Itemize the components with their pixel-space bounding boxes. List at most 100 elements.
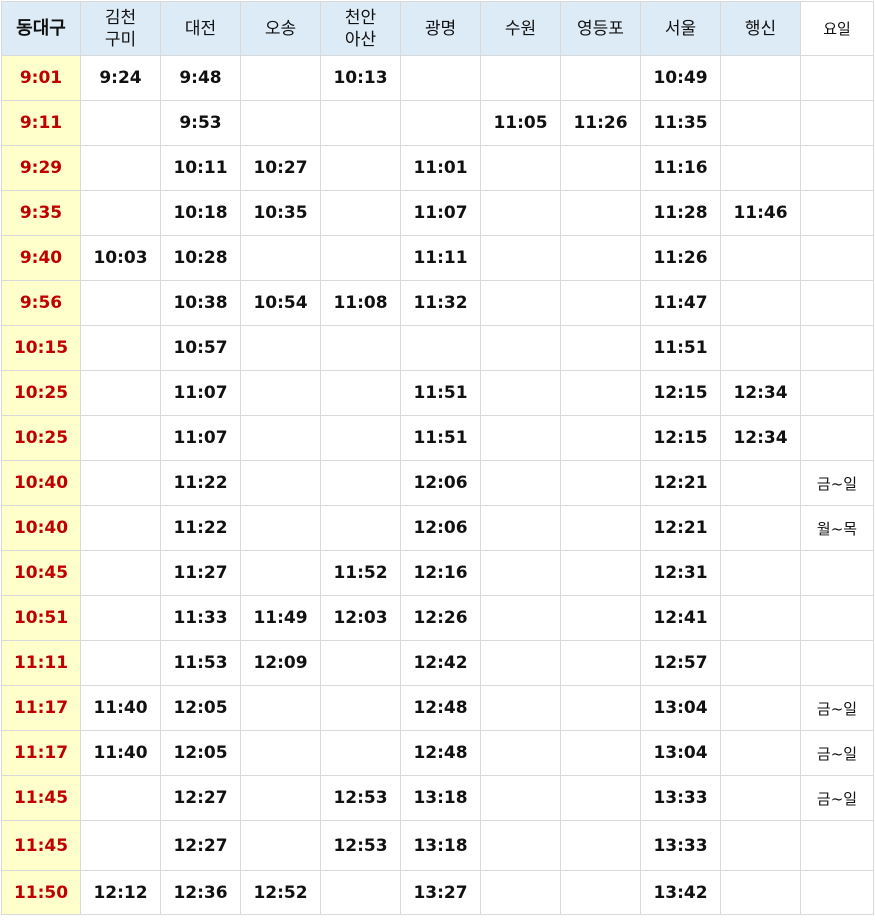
arrival-time-cell [480,190,561,236]
arrival-time-cell: 12:48 [400,730,481,776]
arrival-time-cell: 11:05 [480,100,561,146]
arrival-time-cell [320,730,401,776]
departure-time-cell: 10:45 [1,550,81,596]
arrival-time-cell [240,460,321,506]
arrival-time-cell [80,190,161,236]
arrival-time-cell [480,415,561,461]
arrival-time-cell: 12:31 [640,550,721,596]
arrival-time-cell: 12:21 [640,505,721,551]
arrival-time-cell [80,550,161,596]
timetable-header: 동대구 김천 구미 대전 오송 천안 아산 광명 수원 영등포 서울 행신 요일 [1,1,874,56]
arrival-time-cell: 11:08 [320,280,401,326]
arrival-time-cell [720,640,801,686]
arrival-time-cell [80,415,161,461]
arrival-time-cell [560,145,641,191]
departure-time-cell: 10:15 [1,325,81,371]
timetable-body: 9:01 9:24 9:48 10:13 10:49 9:11 9:53 11:05 11:26… [1,55,874,915]
arrival-time-cell [320,145,401,191]
table-row: 11:17 11:40 12:05 12:48 13:04 금~일 [1,685,874,731]
arrival-time-cell [240,100,321,146]
arrival-time-cell [80,280,161,326]
arrival-time-cell [720,595,801,641]
arrival-time-cell [80,640,161,686]
arrival-time-cell: 11:28 [640,190,721,236]
arrival-time-cell [720,550,801,596]
arrival-time-cell: 11:07 [160,370,241,416]
arrival-time-cell [80,775,161,821]
arrival-time-cell: 11:51 [400,415,481,461]
departure-time-cell: 11:17 [1,730,81,776]
departure-time-cell: 9:29 [1,145,81,191]
arrival-time-cell: 11:01 [400,145,481,191]
arrival-time-cell [720,100,801,146]
arrival-time-cell: 12:34 [720,415,801,461]
arrival-time-cell: 12:15 [640,370,721,416]
arrival-time-cell: 12:26 [400,595,481,641]
arrival-time-cell [560,550,641,596]
arrival-time-cell [480,685,561,731]
arrival-time-cell [240,415,321,461]
arrival-time-cell: 12:53 [320,820,401,871]
operating-days-cell [800,820,874,871]
arrival-time-cell: 12:21 [640,460,721,506]
arrival-time-cell: 12:48 [400,685,481,731]
arrival-time-cell [480,730,561,776]
arrival-time-cell: 11:16 [640,145,721,191]
arrival-time-cell [720,685,801,731]
arrival-time-cell: 11:32 [400,280,481,326]
arrival-time-cell [240,820,321,871]
header-row: 동대구 김천 구미 대전 오송 천안 아산 광명 수원 영등포 서울 행신 요일 [1,1,874,56]
arrival-time-cell: 13:42 [640,870,721,915]
arrival-time-cell: 10:03 [80,235,161,281]
arrival-time-cell [320,640,401,686]
arrival-time-cell [80,505,161,551]
arrival-time-cell [240,235,321,281]
arrival-time-cell [400,325,481,371]
arrival-time-cell [240,505,321,551]
arrival-time-cell [720,460,801,506]
table-row: 11:17 11:40 12:05 12:48 13:04 금~일 [1,730,874,776]
arrival-time-cell [480,820,561,871]
operating-days-cell [800,595,874,641]
arrival-time-cell: 11:26 [560,100,641,146]
arrival-time-cell [560,325,641,371]
arrival-time-cell [480,55,561,101]
arrival-time-cell [320,505,401,551]
station-header: 수원 [480,1,561,56]
arrival-time-cell [560,820,641,871]
arrival-time-cell: 13:33 [640,775,721,821]
station-header: 오송 [240,1,321,56]
arrival-time-cell [320,100,401,146]
arrival-time-cell [480,460,561,506]
arrival-time-cell: 11:22 [160,505,241,551]
operating-days-cell [800,235,874,281]
arrival-time-cell [560,685,641,731]
table-row: 11:11 11:53 12:09 12:42 12:57 [1,640,874,686]
arrival-time-cell [400,100,481,146]
arrival-time-cell [480,370,561,416]
departure-time-cell: 10:25 [1,415,81,461]
arrival-time-cell: 11:51 [640,325,721,371]
arrival-time-cell: 12:05 [160,730,241,776]
departure-time-cell: 11:50 [1,870,81,915]
departure-time-cell: 11:17 [1,685,81,731]
operating-days-cell [800,870,874,915]
arrival-time-cell: 10:13 [320,55,401,101]
table-row: 9:40 10:03 10:28 11:11 11:26 [1,235,874,281]
arrival-time-cell: 12:57 [640,640,721,686]
arrival-time-cell [720,870,801,915]
arrival-time-cell: 13:04 [640,730,721,776]
arrival-time-cell [560,415,641,461]
operating-days-cell [800,640,874,686]
departure-time-cell: 9:01 [1,55,81,101]
arrival-time-cell: 11:07 [160,415,241,461]
departure-time-cell: 9:35 [1,190,81,236]
arrival-time-cell: 10:11 [160,145,241,191]
table-row: 10:40 11:22 12:06 12:21 월~목 [1,505,874,551]
arrival-time-cell: 12:09 [240,640,321,686]
arrival-time-cell [720,145,801,191]
operating-days-cell: 금~일 [800,460,874,506]
station-header: 행신 [720,1,801,56]
table-row: 11:45 12:27 12:53 13:18 13:33 [1,820,874,871]
arrival-time-cell [720,235,801,281]
